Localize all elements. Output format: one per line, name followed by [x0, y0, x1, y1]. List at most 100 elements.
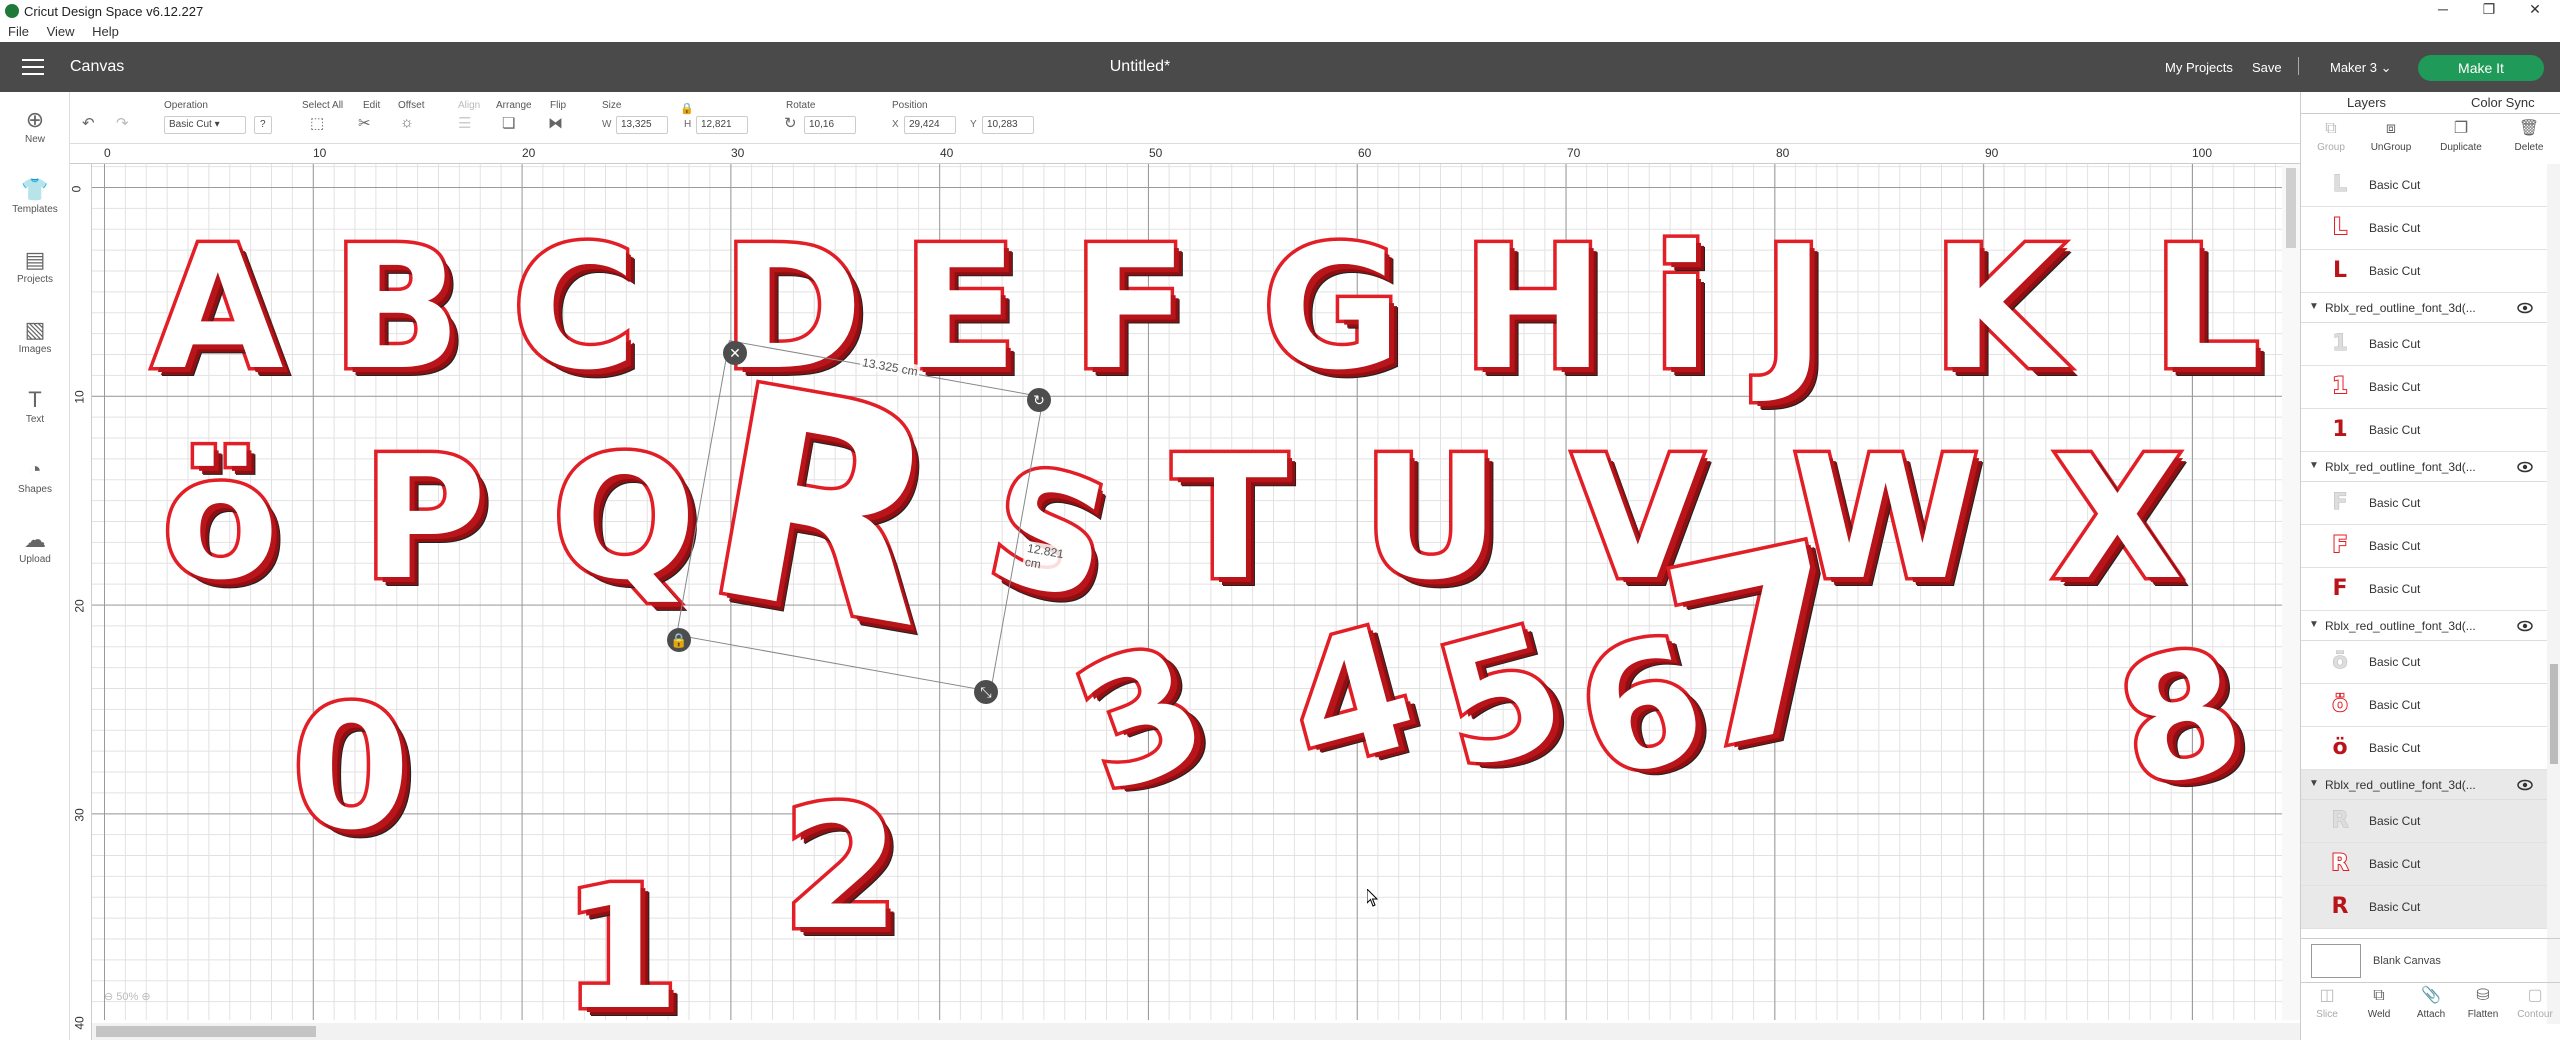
digit-5[interactable]: 5 [1415, 585, 1588, 814]
lock-icon[interactable]: 🔒 [680, 102, 694, 115]
digit-0[interactable]: 0 [288, 681, 413, 858]
letter-i[interactable]: i [1648, 221, 1713, 398]
design-canvas[interactable]: A B C D E F G H i J K L ö P Q S T U V W … [92, 164, 2300, 1020]
align-icon[interactable]: ☰ [458, 114, 471, 132]
nav-text[interactable]: T Text [0, 386, 70, 425]
layer-row[interactable]: R Basic Cut [2301, 886, 2560, 929]
blank-canvas-row[interactable]: Blank Canvas [2301, 938, 2560, 982]
zoom-control[interactable]: ⊖ 50% ⊕ [104, 990, 151, 1003]
scroll-thumb[interactable] [2550, 664, 2558, 764]
weld-button[interactable]: ⧉ Weld [2353, 983, 2405, 1020]
select-all-icon[interactable]: ⬚ [310, 114, 324, 132]
letter-p[interactable]: P [359, 431, 491, 608]
collapse-chevron-icon[interactable]: ▼ [2309, 619, 2319, 630]
delete-button[interactable]: 🗑 Delete [2499, 116, 2559, 153]
digit-3[interactable]: 3 [1048, 602, 1234, 836]
scroll-thumb[interactable] [96, 1026, 316, 1037]
layer-row[interactable]: ö Basic Cut [2301, 684, 2560, 727]
eye-icon[interactable] [2517, 300, 2533, 316]
layer-row[interactable]: L Basic Cut [2301, 164, 2560, 207]
letter-f[interactable]: F [1068, 221, 1191, 398]
nav-shapes[interactable]: ◔ Shapes [0, 456, 70, 495]
rotate-handle-icon[interactable]: ↻ [1027, 388, 1051, 412]
my-projects-link[interactable]: My Projects [2165, 60, 2233, 75]
nav-templates[interactable]: 👕 Templates [0, 176, 70, 215]
duplicate-button[interactable]: ❐ Duplicate [2431, 116, 2491, 153]
blank-canvas-swatch[interactable] [2311, 944, 2361, 978]
minimize-button[interactable]: ─ [2420, 1, 2466, 17]
layer-group-row[interactable]: ▼ Rblx_red_outline_font_3d(... [2301, 293, 2560, 323]
menu-file[interactable]: File [0, 22, 29, 39]
nav-upload[interactable]: ☁ Upload [0, 526, 70, 565]
machine-select[interactable]: Maker 3 ⌄ [2330, 60, 2392, 76]
offset-icon[interactable]: ☼ [400, 114, 414, 131]
close-window-button[interactable]: ✕ [2512, 1, 2558, 18]
operation-help-button[interactable]: ? [254, 116, 272, 134]
layer-row[interactable]: 1 Basic Cut [2301, 409, 2560, 452]
nav-new[interactable]: ⊕ New [0, 106, 70, 145]
letter-c[interactable]: C [509, 221, 641, 398]
y-input[interactable]: 10,283 [982, 116, 1034, 134]
tab-layers[interactable]: Layers [2347, 95, 2386, 110]
layer-row[interactable]: R Basic Cut [2301, 800, 2560, 843]
collapse-chevron-icon[interactable]: ▼ [2309, 778, 2319, 789]
menu-view[interactable]: View [39, 22, 75, 39]
layer-row[interactable]: 1 Basic Cut [2301, 323, 2560, 366]
letter-g[interactable]: G [1259, 221, 1406, 398]
letter-j[interactable]: J [1758, 221, 1828, 398]
x-input[interactable]: 29,424 [904, 116, 956, 134]
slice-button[interactable]: ◫ Slice [2301, 983, 2353, 1020]
menu-help[interactable]: Help [84, 22, 119, 39]
layer-row[interactable]: F Basic Cut [2301, 482, 2560, 525]
zoom-out-icon[interactable]: ⊖ [104, 991, 116, 1003]
layers-scrollbar[interactable] [2547, 164, 2560, 1024]
digit-1[interactable]: 1 [558, 861, 683, 1021]
rotate-input[interactable]: 10,16 [804, 116, 856, 134]
layer-row[interactable]: L Basic Cut [2301, 207, 2560, 250]
undo-icon[interactable]: ↶ [82, 114, 95, 132]
ungroup-button[interactable]: ⧈ UnGroup [2361, 116, 2421, 153]
redo-icon[interactable]: ↷ [116, 114, 129, 132]
lock-handle-icon[interactable]: 🔒 [667, 628, 691, 652]
scroll-thumb[interactable] [2286, 168, 2296, 248]
resize-handle-icon[interactable]: ⤡ [974, 680, 998, 704]
delete-handle-icon[interactable]: ✕ [723, 341, 747, 365]
zoom-in-icon[interactable]: ⊕ [138, 991, 150, 1003]
letter-l[interactable]: L [2148, 221, 2263, 398]
eye-icon[interactable] [2517, 777, 2533, 793]
layer-group-row-selected[interactable]: ▼ Rblx_red_outline_font_3d(... [2301, 770, 2560, 800]
flatten-button[interactable]: ⛁ Flatten [2457, 983, 2509, 1020]
layer-row[interactable]: ö Basic Cut [2301, 727, 2560, 770]
layer-group-row[interactable]: ▼ Rblx_red_outline_font_3d(... [2301, 452, 2560, 482]
eye-icon[interactable] [2517, 618, 2533, 634]
nav-projects[interactable]: ▤ Projects [0, 246, 70, 285]
letter-h[interactable]: H [1458, 221, 1607, 398]
letter-u[interactable]: U [1358, 431, 1503, 608]
layer-row[interactable]: ö Basic Cut [2301, 641, 2560, 684]
collapse-chevron-icon[interactable]: ▼ [2309, 301, 2319, 312]
canvas-horizontal-scrollbar[interactable] [92, 1023, 2300, 1040]
nav-images[interactable]: ▧ Images [0, 316, 70, 355]
group-button[interactable]: ⧉ Group [2301, 116, 2361, 153]
save-link[interactable]: Save [2252, 60, 2282, 75]
letter-x[interactable]: X [2048, 431, 2186, 608]
restore-button[interactable]: ❐ [2466, 1, 2512, 18]
layer-row[interactable]: F Basic Cut [2301, 525, 2560, 568]
arrange-icon[interactable]: ❏ [502, 114, 515, 132]
letter-a[interactable]: A [149, 221, 288, 398]
eye-icon[interactable] [2517, 459, 2533, 475]
flip-icon[interactable]: ⧓ [548, 114, 563, 132]
digit-4[interactable]: 4 [1265, 585, 1438, 814]
attach-button[interactable]: 📎 Attach [2405, 983, 2457, 1020]
layer-row[interactable]: R Basic Cut [2301, 843, 2560, 886]
make-it-button[interactable]: Make It [2418, 55, 2544, 81]
digit-2[interactable]: 2 [778, 781, 903, 958]
selection-box[interactable]: ✕ ↻ 🔒 ⤡ 13.325 cm 12.821 cm [667, 340, 1067, 704]
layer-row[interactable]: F Basic Cut [2301, 568, 2560, 611]
tab-color-sync[interactable]: Color Sync [2471, 95, 2535, 110]
letter-b[interactable]: B [329, 221, 466, 398]
edit-scissors-icon[interactable]: ✂ [358, 114, 371, 132]
layer-row[interactable]: 1 Basic Cut [2301, 366, 2560, 409]
height-input[interactable]: 12,821 [696, 116, 748, 134]
width-input[interactable]: 13,325 [616, 116, 668, 134]
